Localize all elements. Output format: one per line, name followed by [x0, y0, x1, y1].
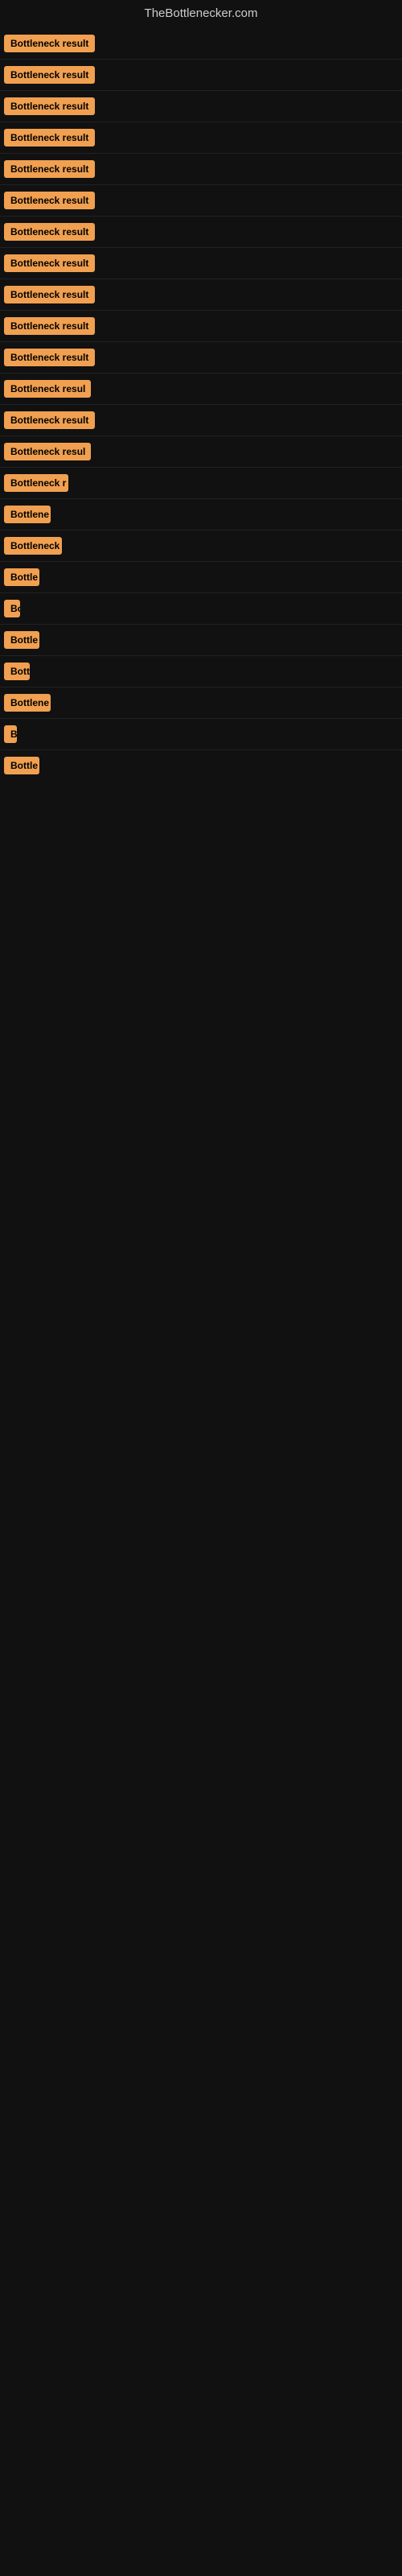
result-row: Bottlene	[0, 499, 402, 530]
bottleneck-badge[interactable]: Bottleneck result	[4, 35, 95, 52]
result-row: Bottleneck	[0, 530, 402, 562]
results-list: Bottleneck result Bottleneck result Bottle…	[0, 28, 402, 781]
bottleneck-badge[interactable]: Bottle	[4, 631, 39, 649]
site-title: TheBottlenecker.com	[0, 0, 402, 28]
bottleneck-badge[interactable]: Bottleneck result	[4, 66, 95, 84]
bottleneck-badge[interactable]: Bottleneck r	[4, 474, 68, 492]
result-row: Bottleneck result	[0, 154, 402, 185]
result-row: B	[0, 719, 402, 750]
site-title-container: TheBottlenecker.com	[0, 0, 402, 28]
result-row: Bo	[0, 593, 402, 625]
result-row: Bottleneck result	[0, 217, 402, 248]
result-row: Bott	[0, 656, 402, 687]
bottleneck-badge[interactable]: Bottleneck result	[4, 254, 95, 272]
bottleneck-badge[interactable]: Bottleneck resul	[4, 443, 91, 460]
bottleneck-badge[interactable]: Bottle	[4, 757, 39, 774]
bottleneck-badge[interactable]: Bottleneck resul	[4, 380, 91, 398]
bottleneck-badge[interactable]: Bottleneck result	[4, 411, 95, 429]
bottleneck-badge[interactable]: Bottleneck result	[4, 286, 95, 303]
result-row: Bottleneck result	[0, 28, 402, 60]
bottleneck-badge[interactable]: Bottleneck result	[4, 160, 95, 178]
result-row: Bottleneck resul	[0, 436, 402, 468]
result-row: Bottle	[0, 562, 402, 593]
result-row: Bottlene	[0, 687, 402, 719]
result-row: Bottleneck result	[0, 91, 402, 122]
result-row: Bottleneck resul	[0, 374, 402, 405]
result-row: Bottleneck result	[0, 185, 402, 217]
bottleneck-badge[interactable]: Bottleneck result	[4, 223, 95, 241]
result-row: Bottleneck result	[0, 311, 402, 342]
bottleneck-badge[interactable]: Bottlene	[4, 694, 51, 712]
bottleneck-badge[interactable]: Bottleneck result	[4, 349, 95, 366]
result-row: Bottle	[0, 750, 402, 781]
bottleneck-badge[interactable]: Bottleneck result	[4, 97, 95, 115]
result-row: Bottleneck result	[0, 405, 402, 436]
bottleneck-badge[interactable]: B	[4, 725, 17, 743]
bottleneck-badge[interactable]: Bott	[4, 663, 30, 680]
result-row: Bottleneck r	[0, 468, 402, 499]
result-row: Bottleneck result	[0, 122, 402, 154]
result-row: Bottleneck result	[0, 60, 402, 91]
bottleneck-badge[interactable]: Bottleneck result	[4, 129, 95, 147]
bottleneck-badge[interactable]: Bottlene	[4, 506, 51, 523]
result-row: Bottle	[0, 625, 402, 656]
result-row: Bottleneck result	[0, 342, 402, 374]
bottleneck-badge[interactable]: Bottleneck	[4, 537, 62, 555]
bottleneck-badge[interactable]: Bottle	[4, 568, 39, 586]
result-row: Bottleneck result	[0, 248, 402, 279]
bottleneck-badge[interactable]: Bo	[4, 600, 20, 617]
bottleneck-badge[interactable]: Bottleneck result	[4, 317, 95, 335]
bottleneck-badge[interactable]: Bottleneck result	[4, 192, 95, 209]
result-row: Bottleneck result	[0, 279, 402, 311]
